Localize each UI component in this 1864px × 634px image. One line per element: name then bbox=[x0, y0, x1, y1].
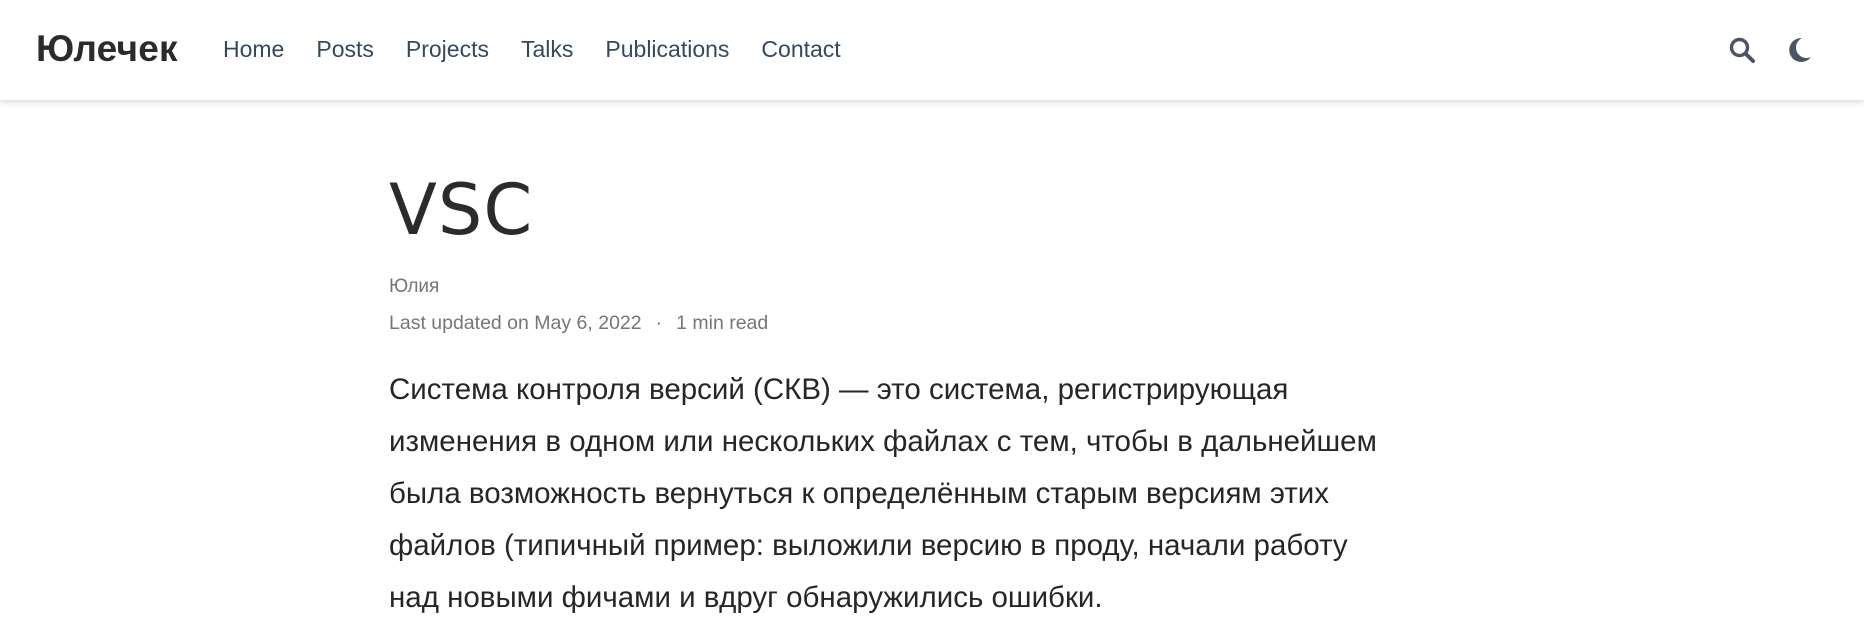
article-meta: Last updated on May 6, 2022 · 1 min read bbox=[389, 310, 1469, 336]
search-icon bbox=[1729, 37, 1755, 63]
article-author: Юлия bbox=[389, 274, 1469, 300]
main-nav: Home Posts Projects Talks Publications C… bbox=[223, 34, 873, 64]
nav-link-publications[interactable]: Publications bbox=[605, 34, 729, 64]
nav-link-projects[interactable]: Projects bbox=[406, 34, 489, 64]
body-line: была возможность вернуться к определённы… bbox=[389, 477, 1330, 510]
search-button[interactable] bbox=[1724, 30, 1760, 70]
nav-link-contact[interactable]: Contact bbox=[761, 34, 840, 64]
reading-time: 1 min read bbox=[676, 312, 769, 334]
author-link[interactable]: Юлия bbox=[389, 276, 439, 297]
body-line: Система контроля версий (СКВ) — это сист… bbox=[389, 373, 1289, 406]
top-navbar: Юлечек Home Posts Projects Talks Publica… bbox=[0, 0, 1864, 101]
nav-link-home[interactable]: Home bbox=[223, 34, 284, 64]
theme-toggle-button[interactable] bbox=[1782, 30, 1818, 70]
article-title: VSC bbox=[389, 169, 534, 251]
nav-link-posts[interactable]: Posts bbox=[316, 34, 374, 64]
nav-tools bbox=[1724, 30, 1864, 70]
article-body: Система контроля версий (СКВ) — это сист… bbox=[389, 364, 1469, 624]
last-updated-date: Last updated on May 6, 2022 bbox=[389, 312, 642, 334]
body-line: файлов (типичный пример: выложили версию… bbox=[389, 529, 1348, 562]
nav-link-talks[interactable]: Talks bbox=[521, 34, 573, 64]
body-line: изменения в одном или нескольких файлах … bbox=[389, 425, 1377, 458]
body-line: над новыми фичами и вдруг обнаружились о… bbox=[389, 581, 1103, 614]
moon-icon bbox=[1789, 37, 1811, 62]
article: VSC Юлия Last updated on May 6, 2022 · 1 m… bbox=[389, 168, 1469, 624]
site-brand-link[interactable]: Юлечек bbox=[36, 26, 178, 72]
meta-separator: · bbox=[655, 312, 663, 334]
